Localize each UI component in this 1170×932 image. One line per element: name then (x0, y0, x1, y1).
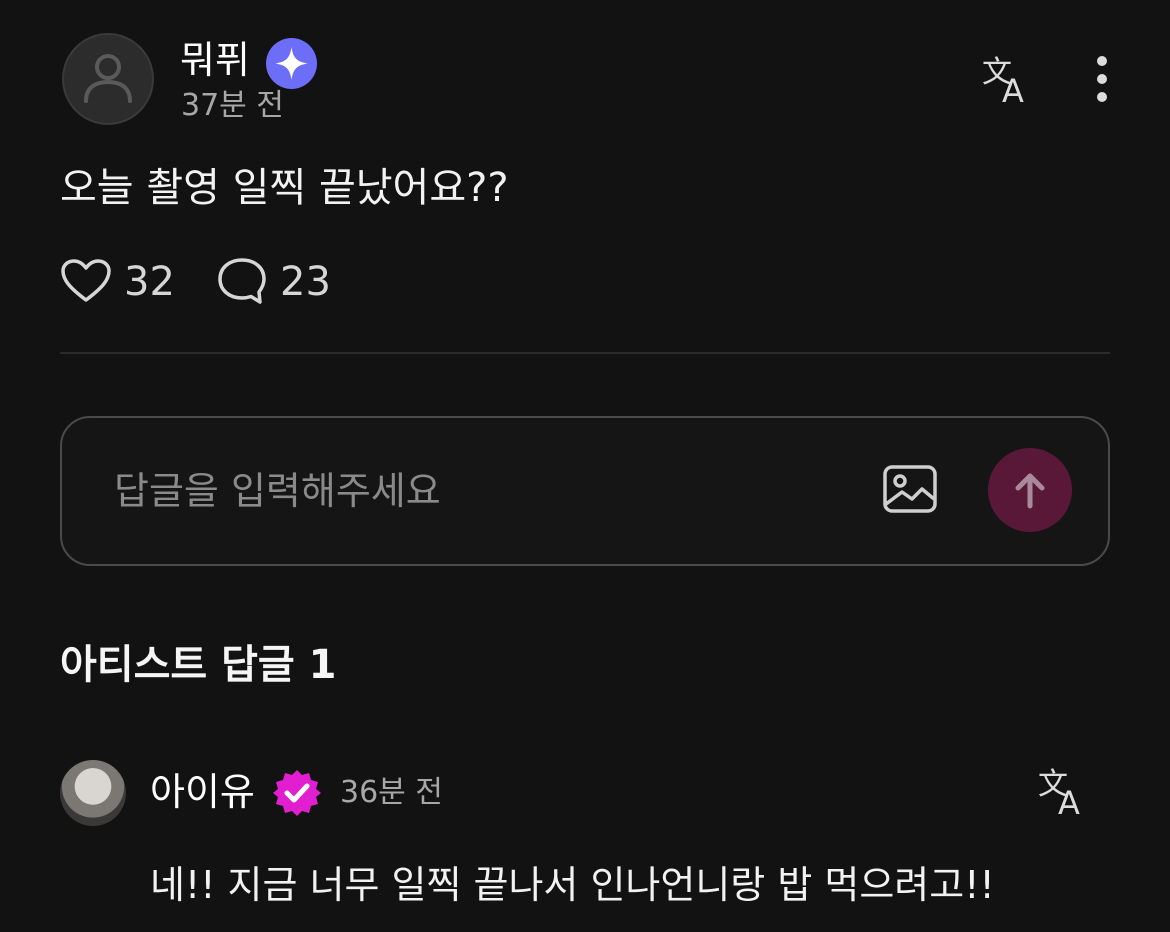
heart-icon[interactable] (60, 258, 112, 304)
more-options-icon[interactable] (1084, 52, 1120, 108)
image-attach-icon[interactable] (882, 462, 938, 518)
author-avatar[interactable] (62, 33, 154, 125)
artist-avatar[interactable] (60, 760, 126, 826)
post-text: 오늘 촬영 일찍 끝났어요?? (60, 165, 509, 211)
reply-input[interactable] (112, 462, 836, 520)
artist-reply-text: 네!! 지금 너무 일찍 끝나서 인나언니랑 밥 먹으려고!! (150, 863, 995, 907)
svg-text:A: A (1002, 72, 1024, 108)
send-button[interactable] (988, 448, 1072, 532)
translate-icon[interactable]: 文 A (1036, 766, 1090, 822)
artist-name[interactable]: 아이유 (150, 768, 255, 816)
translate-icon[interactable]: 文 A (980, 54, 1034, 110)
post-time: 37분 전 (181, 88, 284, 123)
svg-text:A: A (1058, 784, 1080, 820)
divider (60, 352, 1110, 354)
like-count: 32 (124, 259, 175, 305)
sparkle-badge-icon (266, 38, 317, 89)
artist-reply-time: 36분 전 (340, 775, 443, 810)
arrow-up-icon (1015, 473, 1045, 509)
reply-composer (60, 416, 1110, 566)
author-name[interactable]: 뭐퓌 (180, 38, 250, 82)
comment-icon[interactable] (216, 256, 268, 306)
comment-count: 23 (280, 259, 331, 305)
verified-badge-icon (272, 768, 322, 818)
artist-replies-title: 아티스트 답글 1 (60, 642, 337, 688)
default-user-icon (84, 54, 132, 103)
